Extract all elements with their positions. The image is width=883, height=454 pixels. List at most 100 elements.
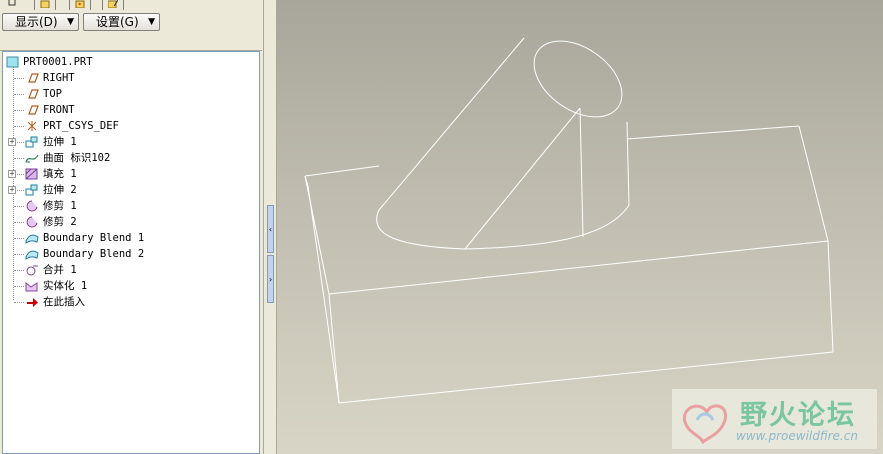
tree-item[interactable]: TOP <box>3 86 259 102</box>
tree-item-label: FRONT <box>43 104 75 116</box>
tree-connector <box>14 78 24 79</box>
block-top-back-edge-right <box>626 125 800 140</box>
datum-plane-icon <box>28 89 39 99</box>
watermark-url: www.proewildfire.cn <box>736 429 858 443</box>
tree-item-label: TOP <box>43 88 62 100</box>
tree-item[interactable]: FRONT <box>3 102 259 118</box>
navigator-tabs: * <box>0 0 265 11</box>
model-tree[interactable]: PRT0001.PRT RIGHT TOP FRONT PRT_CSYS_DEF + 拉伸… <box>2 51 260 454</box>
dropdown-arrow-icon: ▼ <box>67 17 74 27</box>
tree-item-label: Boundary Blend 1 <box>43 232 145 244</box>
tree-item[interactable]: 在此插入 <box>3 294 259 310</box>
tab-favorites[interactable]: * <box>69 0 91 10</box>
fill-icon <box>25 168 38 180</box>
tree-item-label: 拉伸 1 <box>43 136 77 148</box>
cylinder-left-generator <box>378 37 525 211</box>
tree-item[interactable]: 修剪 2 <box>3 214 259 230</box>
tree-item-label: 实体化 1 <box>43 280 88 292</box>
block-top-front-edge <box>328 240 829 295</box>
tree-connector <box>14 110 24 111</box>
tree-item-label: 在此插入 <box>43 296 85 308</box>
expand-toggle[interactable]: + <box>8 186 16 194</box>
tab-model-tree[interactable] <box>2 0 24 10</box>
tree-item-label: 填充 1 <box>43 168 77 180</box>
datum-plane-icon <box>28 105 39 115</box>
extrude-icon <box>25 184 38 196</box>
tree-item[interactable]: 修剪 1 <box>3 198 259 214</box>
insert-here-arrow-icon <box>27 298 38 307</box>
block-top-back-edge-left <box>304 165 380 177</box>
tree-item-label: 修剪 1 <box>43 200 77 212</box>
tree-item[interactable]: PRT_CSYS_DEF <box>3 118 259 134</box>
tree-item-label: 拉伸 2 <box>43 184 77 196</box>
tree-connector <box>14 222 24 223</box>
tree-item-label: 曲面 标识102 <box>43 152 111 164</box>
cylinder-inner-vertical <box>579 107 584 238</box>
solidify-icon <box>25 281 38 292</box>
tree-item[interactable]: Boundary Blend 2 <box>3 246 259 262</box>
cylinder-top-ellipse <box>533 40 623 118</box>
tree-item[interactable]: + 拉伸 1 <box>3 134 259 150</box>
watermark-title: 野火论坛 <box>740 400 856 431</box>
tree-connector <box>14 126 24 127</box>
forum-logo-icon <box>682 404 728 444</box>
tree-item[interactable]: 合并 1 <box>3 262 259 278</box>
tree-connector <box>14 238 24 239</box>
settings-menu-button[interactable]: 设置(G) ▼ <box>83 13 160 31</box>
tree-connector <box>14 206 24 207</box>
merge-icon <box>26 265 38 276</box>
datum-plane-icon <box>28 73 39 83</box>
navigator-panel: * 显示(D) ▼ 设置(G) ▼ PRT0001.PRT RIGHT TOP FR… <box>0 0 265 454</box>
block-left-vertical-edge <box>304 175 340 404</box>
cylinder-right-generator <box>626 121 630 206</box>
panel-splitter[interactable]: ‹ › <box>263 0 277 454</box>
tree-connector <box>14 94 24 95</box>
tree-item-label: PRT_CSYS_DEF <box>43 120 119 132</box>
tree-item[interactable]: RIGHT <box>3 70 259 86</box>
tree-connector <box>14 254 24 255</box>
expand-toggle[interactable]: + <box>8 170 16 178</box>
layer-icon <box>108 0 118 8</box>
tree-item-label: 合并 1 <box>43 264 77 276</box>
boundary-blend-icon <box>25 234 39 244</box>
cylinder-base-curve <box>376 204 630 250</box>
svg-text:*: * <box>78 2 82 8</box>
tree-item-label: Boundary Blend 2 <box>43 248 145 260</box>
tree-connector <box>14 286 24 287</box>
part-icon <box>6 56 19 68</box>
expand-right-button[interactable]: › <box>267 255 274 303</box>
display-menu-button[interactable]: 显示(D) ▼ <box>2 13 79 31</box>
tree-connector <box>14 302 24 303</box>
tree-root[interactable]: PRT0001.PRT <box>3 54 259 70</box>
settings-menu-label: 设置(G) <box>96 15 139 29</box>
block-top-right-edge <box>798 125 829 242</box>
trim-icon <box>26 216 38 228</box>
expand-toggle[interactable]: + <box>8 138 16 146</box>
tree-item[interactable]: + 填充 1 <box>3 166 259 182</box>
tree-item[interactable]: 曲面 标识102 <box>3 150 259 166</box>
tab-folder-browser[interactable] <box>34 0 56 10</box>
collapse-left-button[interactable]: ‹ <box>267 205 274 253</box>
tree-connector <box>14 270 24 271</box>
block-front-vertical-right <box>827 240 834 353</box>
wireframe-model <box>304 37 834 404</box>
tree-root-label: PRT0001.PRT <box>23 56 93 68</box>
tab-layers[interactable] <box>102 0 124 10</box>
navigator-toolbar: 显示(D) ▼ 设置(G) ▼ <box>0 11 265 33</box>
dropdown-arrow-icon: ▼ <box>148 17 155 27</box>
tree-connector <box>14 158 24 159</box>
tree-item-label: RIGHT <box>43 72 75 84</box>
tree-item[interactable]: + 拉伸 2 <box>3 182 259 198</box>
favorites-icon: * <box>75 0 85 8</box>
extrude-icon <box>25 136 38 148</box>
tree-item-label: 修剪 2 <box>43 216 77 228</box>
folder-icon <box>40 0 50 8</box>
tree-item[interactable]: Boundary Blend 1 <box>3 230 259 246</box>
cylinder-inner-line <box>464 107 581 250</box>
surface-icon <box>25 154 39 163</box>
display-menu-label: 显示(D) <box>15 15 58 29</box>
model-tree-icon <box>8 0 16 6</box>
graphics-viewport[interactable] <box>277 0 883 454</box>
tree-item[interactable]: 实体化 1 <box>3 278 259 294</box>
block-front-left-vertical <box>328 293 340 404</box>
